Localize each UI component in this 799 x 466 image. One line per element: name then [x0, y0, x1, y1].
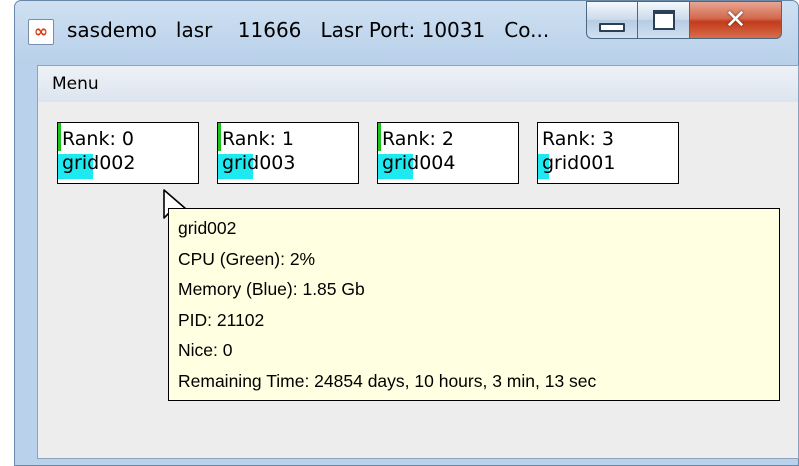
rank-host: grid001: [542, 152, 616, 174]
minimize-button[interactable]: [586, 1, 638, 39]
cpu-bar: [218, 123, 221, 151]
rank-box[interactable]: Rank: 2 grid004: [377, 122, 519, 184]
rank-box[interactable]: Rank: 0 grid002: [57, 122, 199, 184]
rank-label: Rank: 1: [222, 128, 295, 150]
maximize-icon: [652, 10, 675, 30]
rank-host: grid003: [222, 152, 296, 174]
rank-label: Rank: 0: [62, 128, 135, 150]
window-title: sasdemo lasr 11666 Lasr Port: 10031 Co..…: [67, 18, 550, 42]
close-icon: ✕: [724, 5, 747, 35]
title-bar[interactable]: ∞ sasdemo lasr 11666 Lasr Port: 10031 Co…: [15, 1, 798, 65]
tooltip-memory: Memory (Blue): 1.85 Gb: [178, 279, 365, 299]
cpu-bar: [378, 123, 381, 151]
rank-tooltip: grid002 CPU (Green): 2% Memory (Blue): 1…: [168, 208, 780, 401]
cpu-bar: [58, 123, 61, 151]
tooltip-host: grid002: [178, 218, 237, 238]
tooltip-nice: Nice: 0: [178, 340, 233, 360]
rank-box[interactable]: Rank: 3 grid001: [537, 122, 679, 184]
rank-host: grid002: [62, 152, 136, 174]
tooltip-cpu: CPU (Green): 2%: [178, 248, 316, 269]
java-icon[interactable]: ∞: [28, 19, 54, 45]
caption-buttons: ✕: [586, 1, 782, 39]
menu-bar: Menu: [38, 66, 798, 103]
app-window: ∞ sasdemo lasr 11666 Lasr Port: 10031 Co…: [14, 0, 799, 466]
menu-item[interactable]: Menu: [52, 74, 99, 94]
rank-panel: Rank: 0 grid002 Rank: 1 grid003 Rank: 2 …: [38, 102, 798, 458]
rank-host: grid004: [382, 152, 456, 174]
tooltip-pid: PID: 21102: [178, 309, 265, 330]
tooltip-remaining-time: Remaining Time: 24854 days, 10 hours, 3 …: [178, 370, 597, 391]
maximize-button[interactable]: [638, 1, 690, 39]
rank-label: Rank: 2: [382, 128, 455, 150]
close-button[interactable]: ✕: [690, 1, 782, 39]
minimize-icon: [599, 22, 625, 32]
rank-box[interactable]: Rank: 1 grid003: [217, 122, 359, 184]
client-area: Menu Rank: 0 grid002 Rank: 1 grid003 Ran…: [37, 65, 799, 459]
rank-label: Rank: 3: [542, 128, 615, 150]
